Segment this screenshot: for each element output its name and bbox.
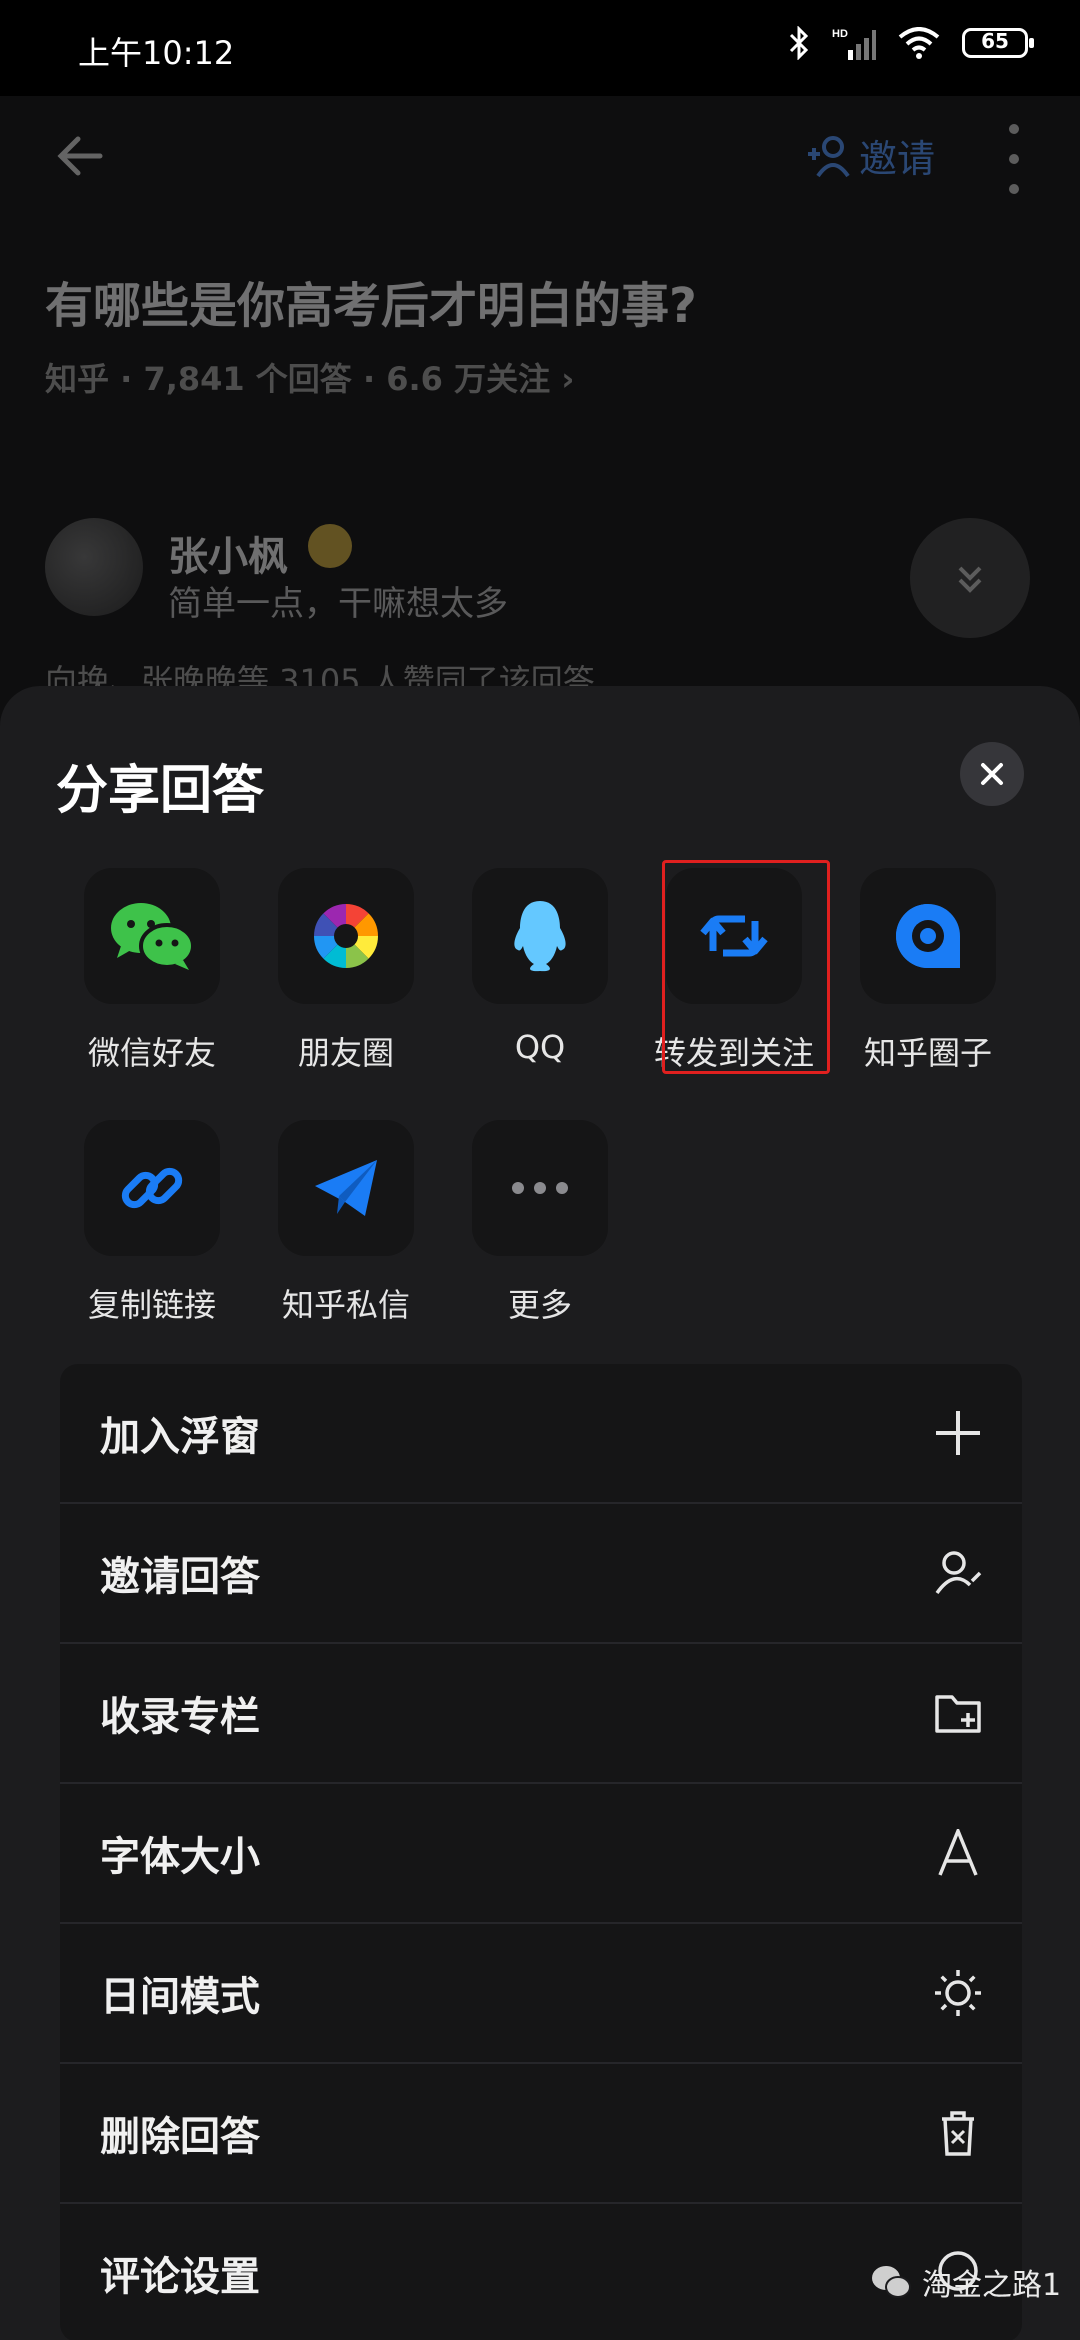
status-bar: 上午10:12 HD 65 [0, 0, 1080, 96]
share-label: 朋友圈 [297, 1034, 394, 1072]
battery-icon: 65 [962, 28, 1034, 58]
invite-label: 邀请 [859, 137, 936, 181]
close-icon [981, 763, 1003, 785]
share-wechat[interactable]: 微信好友 [62, 868, 242, 1074]
menu-font-size[interactable]: 字体大小 [60, 1784, 1022, 1924]
question-page: 邀请 有哪些是你高考后才明白的事? 知乎 · 7,841 个回答 · 6.6 万… [0, 96, 1080, 700]
share-tile [472, 868, 608, 1004]
action-menu: 加入浮窗 邀请回答 收录专栏 字体大小 日间模式 删除回答 评论设置 [60, 1364, 1022, 2340]
share-tile [278, 1120, 414, 1256]
invite-user-icon [935, 1551, 982, 1595]
font-size-icon [938, 1829, 978, 1876]
share-more[interactable]: 更多 [450, 1120, 630, 1326]
watermark: 淘金之路1 [870, 2260, 1061, 2304]
share-zhihu-message[interactable]: 知乎私信 [256, 1120, 436, 1326]
back-arrow-icon[interactable] [50, 126, 110, 186]
menu-label: 字体大小 [100, 1834, 260, 1880]
chevron-double-down-icon [958, 566, 982, 593]
author-badge-icon [308, 524, 352, 568]
battery-level: 65 [981, 29, 1009, 53]
wechat-logo-icon [872, 2266, 911, 2298]
share-qq[interactable]: QQ [450, 868, 630, 1066]
menu-label: 删除回答 [100, 2114, 260, 2160]
close-button[interactable] [960, 742, 1024, 806]
watermark-text: 淘金之路1 [922, 2268, 1062, 2303]
menu-label: 评论设置 [100, 2254, 260, 2300]
share-label: 知乎圈子 [863, 1034, 992, 1072]
share-label: 知乎私信 [281, 1286, 410, 1324]
share-copy-link[interactable]: 复制链接 [62, 1120, 242, 1326]
qq-icon [514, 901, 566, 972]
plus-icon [936, 1411, 980, 1455]
wechat-icon [111, 903, 195, 970]
author-signature: 简单一点，干嘛想太多 [168, 584, 508, 624]
wifi-icon [898, 27, 940, 59]
sun-icon [935, 1970, 981, 2016]
avatar[interactable] [45, 518, 143, 616]
share-zhihu-circle[interactable]: 知乎圈子 [838, 868, 1018, 1074]
highlight-box [662, 860, 830, 1074]
moments-icon [314, 904, 378, 968]
delete-icon [942, 2111, 974, 2156]
link-icon [121, 1167, 183, 1209]
menu-label: 收录专栏 [100, 1694, 260, 1740]
bluetooth-icon [789, 26, 809, 60]
menu-invite-answer[interactable]: 邀请回答 [60, 1504, 1022, 1644]
folder-add-icon [935, 1695, 981, 1733]
share-moments[interactable]: 朋友圈 [256, 868, 436, 1074]
sheet-title: 分享回答 [56, 761, 265, 821]
menu-label: 日间模式 [100, 1974, 260, 2020]
share-label: 更多 [507, 1286, 572, 1324]
question-meta[interactable]: 知乎 · 7,841 个回答 · 6.6 万关注 › [45, 354, 574, 400]
status-time: 上午10:12 [78, 34, 235, 72]
share-tile [860, 868, 996, 1004]
more-icon [512, 1182, 568, 1194]
share-tile [472, 1120, 608, 1256]
question-title[interactable]: 有哪些是你高考后才明白的事? [45, 266, 697, 336]
share-label: 微信好友 [87, 1034, 216, 1072]
more-options-icon[interactable] [1002, 124, 1026, 194]
svg-text:HD: HD [832, 28, 848, 40]
share-tile [84, 1120, 220, 1256]
invite-button[interactable]: 邀请 [805, 128, 935, 183]
share-sheet: 分享回答 微信好友 朋友圈 QQ 转发到关注 知乎圈子 复制链接 知乎私信 更多… [0, 686, 1080, 2340]
share-tile [278, 868, 414, 1004]
expand-button[interactable] [910, 518, 1030, 638]
signal-icon: HD [832, 28, 876, 60]
menu-label: 加入浮窗 [100, 1414, 260, 1460]
share-tile [84, 868, 220, 1004]
menu-add-to-column[interactable]: 收录专栏 [60, 1644, 1022, 1784]
share-label: 复制链接 [87, 1286, 216, 1324]
paper-plane-icon [315, 1160, 377, 1216]
menu-label: 邀请回答 [100, 1554, 260, 1600]
share-label: QQ [514, 1028, 566, 1066]
author-name[interactable]: 张小枫 [168, 524, 288, 582]
add-user-icon [808, 135, 850, 177]
menu-day-mode[interactable]: 日间模式 [60, 1924, 1022, 2064]
zhihu-circle-icon [896, 904, 960, 968]
status-icons: HD 65 [788, 26, 1034, 60]
menu-delete-answer[interactable]: 删除回答 [60, 2064, 1022, 2204]
menu-add-floating-window[interactable]: 加入浮窗 [60, 1364, 1022, 1504]
